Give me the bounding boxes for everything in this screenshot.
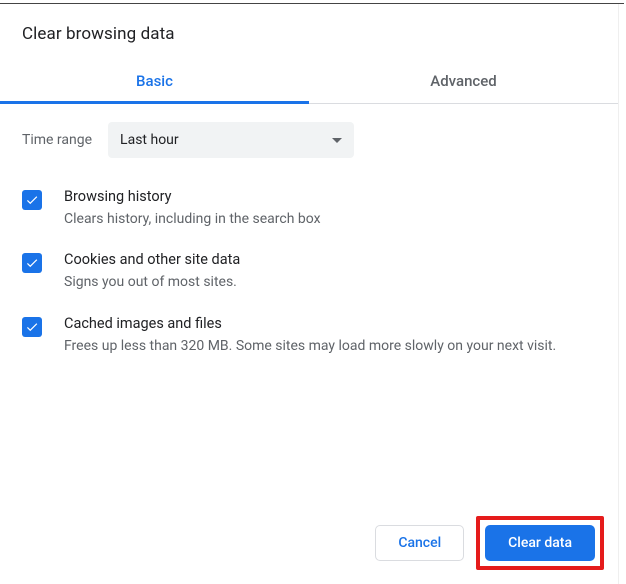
time-range-label: Time range [22,132,92,148]
clear-data-button[interactable]: Clear data [485,525,595,561]
option-body: Cached images and files Frees up less th… [64,315,596,356]
clear-browsing-data-dialog: Clear browsing data Basic Advanced Time … [0,4,619,584]
chevron-down-icon [332,133,342,147]
option-body: Cookies and other site data Signs you ou… [64,251,596,292]
vertical-scrollbar[interactable] [619,4,625,580]
option-title: Cached images and files [64,315,596,332]
tab-basic-label: Basic [136,72,173,90]
option-cookies: Cookies and other site data Signs you ou… [22,237,596,300]
checkbox-cookies[interactable] [22,253,42,273]
option-cached: Cached images and files Frees up less th… [22,301,596,364]
dialog-buttons: Cancel Clear data [375,516,604,570]
time-range-value: Last hour [120,132,179,148]
option-desc: Signs you out of most sites. [64,272,596,292]
checkbox-browsing-history[interactable] [22,190,42,210]
cancel-button-label: Cancel [398,535,441,551]
option-title: Browsing history [64,188,596,205]
option-body: Browsing history Clears history, includi… [64,188,596,229]
tab-basic[interactable]: Basic [0,62,309,103]
tab-advanced-label: Advanced [430,72,496,90]
dialog-title: Clear browsing data [0,4,618,62]
option-title: Cookies and other site data [64,251,596,268]
options-list: Browsing history Clears history, includi… [0,166,618,364]
option-desc: Frees up less than 320 MB. Some sites ma… [64,336,596,356]
option-desc: Clears history, including in the search … [64,209,596,229]
option-browsing-history: Browsing history Clears history, includi… [22,174,596,237]
tab-advanced[interactable]: Advanced [309,62,618,103]
annotation-highlight: Clear data [476,516,604,570]
time-range-row: Time range Last hour [0,104,618,166]
tab-strip: Basic Advanced [0,62,618,104]
clear-data-button-label: Clear data [508,535,572,551]
time-range-select[interactable]: Last hour [108,122,354,158]
checkbox-cached[interactable] [22,317,42,337]
cancel-button[interactable]: Cancel [375,525,464,561]
